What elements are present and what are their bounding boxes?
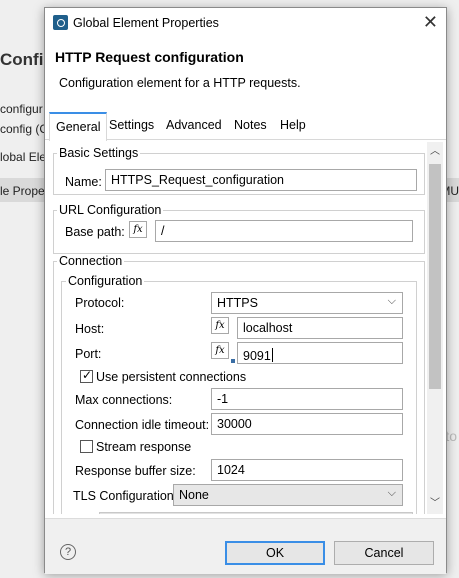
bg-faded-text: to: [445, 428, 457, 444]
max-connections-input[interactable]: -1: [211, 388, 403, 410]
text-caret: [271, 348, 273, 362]
scroll-up-icon[interactable]: ︿: [427, 144, 443, 160]
buffer-size-label: Response buffer size:: [75, 464, 196, 478]
buffer-size-input[interactable]: 1024: [211, 459, 403, 481]
persistent-connections-checkbox[interactable]: [80, 368, 93, 383]
fx-expression-icon[interactable]: fx: [211, 317, 229, 334]
general-tab-content: Basic Settings Name: HTTPS_Request_confi…: [51, 142, 427, 514]
vertical-scrollbar[interactable]: ︿ ﹀: [427, 142, 443, 514]
title-bar: Global Element Properties ✕: [45, 8, 446, 38]
close-icon[interactable]: ✕: [423, 12, 438, 32]
bg-line: le Proper: [0, 184, 49, 198]
name-input[interactable]: HTTPS_Request_configuration: [105, 169, 417, 191]
base-path-input[interactable]: /: [155, 220, 413, 242]
bg-line: lobal Eler: [0, 150, 51, 164]
tab-settings[interactable]: Settings: [109, 118, 154, 132]
idle-timeout-input[interactable]: 30000: [211, 413, 403, 435]
port-label: Port:: [75, 347, 102, 361]
help-icon[interactable]: ?: [60, 544, 76, 560]
basic-settings-label: Basic Settings: [57, 146, 141, 160]
chevron-down-icon: ⌵: [387, 295, 396, 307]
base-path-label: Base path:: [65, 225, 125, 239]
dialog-header: HTTP Request configuration Configuration…: [45, 38, 446, 102]
cancel-button[interactable]: Cancel: [334, 541, 434, 565]
fx-expression-icon[interactable]: fx: [129, 221, 147, 238]
tab-general[interactable]: General: [49, 112, 108, 141]
protocol-label: Protocol:: [75, 296, 125, 310]
idle-timeout-label: Connection idle timeout:: [75, 418, 210, 432]
persistent-connections-label: Use persistent connections: [96, 370, 247, 384]
scroll-down-icon[interactable]: ﹀: [427, 496, 443, 512]
tab-help[interactable]: Help: [280, 118, 306, 132]
connection-label: Connection: [57, 254, 125, 268]
tls-config-select[interactable]: None ⌵: [173, 484, 403, 506]
fx-expression-icon[interactable]: fx: [211, 342, 229, 359]
port-value: 9091: [243, 349, 271, 363]
stream-response-checkbox[interactable]: [80, 440, 93, 453]
tab-advanced[interactable]: Advanced: [166, 118, 222, 132]
name-label: Name:: [65, 175, 102, 189]
tab-bar: General Settings Advanced Notes Help: [45, 112, 446, 141]
scroll-thumb[interactable]: [429, 164, 441, 389]
tls-config-value: None: [179, 488, 209, 502]
chevron-down-icon: ⌵: [387, 487, 396, 499]
next-field-edge: [99, 512, 413, 514]
host-input[interactable]: localhost: [237, 317, 403, 339]
bg-line: config (C: [0, 122, 49, 136]
protocol-value: HTTPS: [217, 296, 258, 310]
ok-button[interactable]: OK: [225, 541, 325, 565]
stream-response-label: Stream response: [96, 440, 192, 454]
port-input[interactable]: 9091: [237, 342, 403, 364]
protocol-select[interactable]: HTTPS ⌵: [211, 292, 403, 314]
dialog-footer: ? OK Cancel: [45, 518, 446, 574]
tls-config-label: TLS Configuration: [73, 489, 174, 503]
max-connections-label: Max connections:: [75, 393, 173, 407]
global-element-properties-dialog: Global Element Properties ✕ HTTP Request…: [44, 7, 447, 574]
host-label: Host:: [75, 322, 105, 336]
app-icon: [53, 15, 68, 30]
header-title: HTTP Request configuration: [55, 49, 244, 65]
marker-icon: [231, 359, 235, 363]
tab-notes[interactable]: Notes: [234, 118, 267, 132]
bg-line: configur: [0, 102, 43, 116]
header-description: Configuration element for a HTTP request…: [59, 76, 301, 90]
configuration-label: Configuration: [66, 274, 145, 288]
url-config-label: URL Configuration: [57, 203, 164, 217]
dialog-title: Global Element Properties: [73, 16, 219, 30]
